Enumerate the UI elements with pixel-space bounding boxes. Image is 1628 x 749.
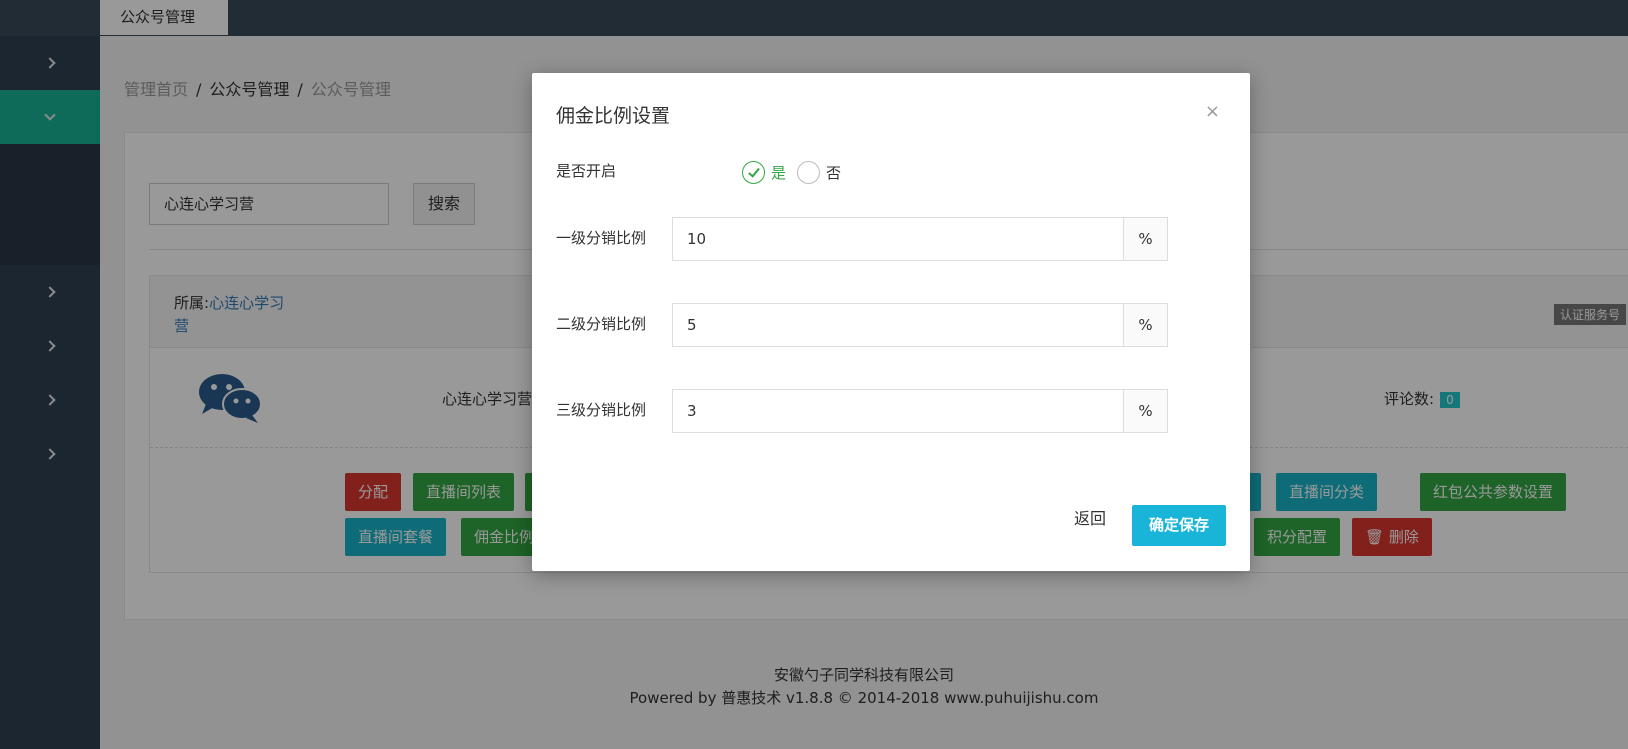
radio-no[interactable]: 否 [797,161,841,184]
save-button[interactable]: 确定保存 [1132,505,1226,546]
close-icon[interactable]: × [1205,101,1220,122]
radio-no-label: 否 [826,164,842,182]
enable-label: 是否开启 [556,162,617,180]
level1-input[interactable]: 10 [673,218,1123,260]
radio-yes[interactable]: 是 [742,161,786,184]
modal-title: 佣金比例设置 [556,105,671,127]
level2-input-group: 5 % [672,303,1168,347]
level3-input-group: 3 % [672,389,1168,433]
level2-label: 二级分销比例 [556,315,647,333]
percent-addon: % [1123,390,1167,432]
level3-label: 三级分销比例 [556,401,647,419]
level1-label: 一级分销比例 [556,229,647,247]
radio-checked-icon [742,161,765,184]
level2-input[interactable]: 5 [673,304,1123,346]
level3-input[interactable]: 3 [673,390,1123,432]
percent-addon: % [1123,304,1167,346]
percent-addon: % [1123,218,1167,260]
back-button[interactable]: 返回 [1074,505,1106,529]
radio-yes-label: 是 [771,164,787,182]
level1-input-group: 10 % [672,217,1168,261]
commission-ratio-modal: 佣金比例设置 × 是否开启 是 否 一级分销比例 10 % 二级分销比例 5 %… [532,73,1250,571]
radio-unchecked-icon [797,161,820,184]
